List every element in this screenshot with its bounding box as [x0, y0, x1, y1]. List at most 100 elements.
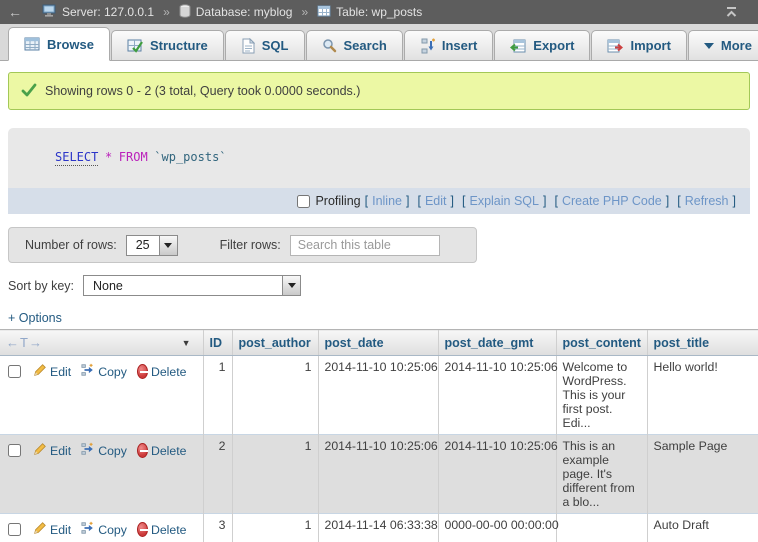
- breadcrumb-database[interactable]: Database: myblog: [179, 4, 293, 21]
- sort-options-icon[interactable]: ▼: [182, 338, 191, 348]
- sort-by-key-label: Sort by key:: [8, 279, 74, 293]
- profiling-checkbox[interactable]: [297, 195, 310, 208]
- cell-post-author: 1: [232, 356, 318, 435]
- tab-search[interactable]: Search: [306, 30, 403, 60]
- sql-icon: [241, 38, 255, 54]
- bracket: ]: [406, 194, 409, 208]
- tab-more[interactable]: More: [688, 30, 758, 60]
- bracket: [: [417, 194, 420, 208]
- tab-structure[interactable]: Structure: [111, 30, 224, 60]
- num-rows-select[interactable]: 25: [126, 235, 178, 256]
- database-icon: [179, 4, 191, 21]
- delete-row-icon[interactable]: [137, 364, 148, 379]
- copy-row-link[interactable]: Copy: [98, 523, 127, 537]
- copy-row-link[interactable]: Copy: [98, 444, 127, 458]
- tab-label: Browse: [47, 37, 94, 52]
- chevron-down-icon: [704, 43, 714, 49]
- cell-id: 1: [203, 356, 232, 435]
- tab-label: More: [721, 38, 752, 53]
- filter-rows-label: Filter rows:: [220, 238, 281, 252]
- insert-icon: [420, 38, 435, 54]
- bracket: ]: [451, 194, 454, 208]
- delete-row-link[interactable]: Delete: [151, 523, 187, 537]
- row-checkbox[interactable]: [8, 365, 21, 378]
- query-toolbar: Profiling [Inline] [Edit] [Explain SQL] …: [8, 188, 750, 214]
- inline-link[interactable]: Inline: [372, 194, 402, 208]
- column-header-post-content[interactable]: post_content: [556, 330, 647, 356]
- options-toggle-link[interactable]: + Options: [8, 311, 78, 325]
- cell-post-content: This is an example page. It's different …: [556, 435, 647, 514]
- copy-row-icon[interactable]: [81, 442, 95, 459]
- explain-sql-link[interactable]: Explain SQL: [469, 194, 538, 208]
- sql-query-box: SELECT*FROM`wp_posts` Profiling [ Inline]…: [8, 128, 750, 214]
- copy-row-link[interactable]: Copy: [98, 365, 127, 379]
- select-arrow-icon: [159, 236, 177, 255]
- edit-row-link[interactable]: Edit: [50, 444, 71, 458]
- cell-post-date: 2014-11-14 06:33:38: [318, 514, 438, 542]
- breadcrumb-table-label: Table: wp_posts: [336, 5, 422, 19]
- create-php-code-link[interactable]: Create PHP Code: [562, 194, 662, 208]
- tab-import[interactable]: Import: [591, 30, 686, 60]
- tab-browse[interactable]: Browse: [8, 27, 110, 61]
- cell-post-date-gmt: 2014-11-10 10:25:06: [438, 435, 556, 514]
- header-row: ←T→ ▼ ID post_author post_date post_date…: [0, 330, 758, 356]
- search-icon: [322, 38, 337, 53]
- bracket: [: [554, 194, 557, 208]
- column-header-post-date[interactable]: post_date: [318, 330, 438, 356]
- delete-row-icon[interactable]: [137, 443, 148, 458]
- breadcrumb: ← Server: 127.0.0.1 » Database: myblog »…: [0, 0, 758, 24]
- cell-post-author: 1: [232, 514, 318, 542]
- bracket: [: [365, 194, 368, 208]
- column-header-id[interactable]: ID: [203, 330, 232, 356]
- edit-query-link[interactable]: Edit: [425, 194, 447, 208]
- cell-post-title: Auto Draft: [647, 514, 758, 542]
- delete-row-link[interactable]: Delete: [151, 365, 187, 379]
- cell-post-author: 1: [232, 435, 318, 514]
- sql-table-name: `wp_posts`: [154, 150, 226, 164]
- tab-insert[interactable]: Insert: [404, 30, 493, 60]
- edit-pencil-icon[interactable]: [33, 521, 47, 538]
- tab-label: Export: [533, 38, 574, 53]
- profiling-label: Profiling: [315, 194, 360, 208]
- collapse-panel-icon[interactable]: [725, 6, 738, 18]
- sort-key-select[interactable]: None: [83, 275, 301, 296]
- breadcrumb-server-label: Server: 127.0.0.1: [62, 5, 154, 19]
- column-reorder-handle[interactable]: ←T→: [6, 335, 43, 350]
- select-arrow-icon: [282, 276, 300, 295]
- table-row: Edit Copy Delete 3 1 2014-11-14 06:33:38…: [0, 514, 758, 542]
- cell-post-content: Welcome to WordPress. This is your first…: [556, 356, 647, 435]
- sql-query-text: SELECT*FROM`wp_posts`: [8, 128, 750, 188]
- tab-export[interactable]: Export: [494, 30, 590, 60]
- breadcrumb-server[interactable]: Server: 127.0.0.1: [42, 4, 154, 21]
- edit-row-link[interactable]: Edit: [50, 523, 71, 537]
- bracket: [: [677, 194, 680, 208]
- copy-row-icon[interactable]: [81, 363, 95, 380]
- copy-row-icon[interactable]: [81, 521, 95, 538]
- tab-label: Structure: [150, 38, 208, 53]
- breadcrumb-table[interactable]: Table: wp_posts: [317, 5, 422, 20]
- tab-sql[interactable]: SQL: [225, 30, 305, 60]
- column-header-post-date-gmt[interactable]: post_date_gmt: [438, 330, 556, 356]
- tab-label: Import: [630, 38, 670, 53]
- back-arrow-icon[interactable]: ←: [8, 4, 22, 20]
- refresh-link[interactable]: Refresh: [685, 194, 729, 208]
- filter-rows-input[interactable]: [290, 235, 440, 256]
- edit-pencil-icon[interactable]: [33, 442, 47, 459]
- column-header-post-author[interactable]: post_author: [232, 330, 318, 356]
- delete-row-icon[interactable]: [137, 522, 148, 537]
- edit-pencil-icon[interactable]: [33, 363, 47, 380]
- num-rows-value: 25: [127, 236, 159, 255]
- bracket: ]: [543, 194, 546, 208]
- delete-row-link[interactable]: Delete: [151, 444, 187, 458]
- row-checkbox[interactable]: [8, 444, 21, 457]
- column-header-post-title[interactable]: post_title: [647, 330, 758, 356]
- bracket: ]: [733, 194, 736, 208]
- cell-post-content: [556, 514, 647, 542]
- rows-filter-bar: Number of rows: 25 Filter rows:: [8, 227, 477, 263]
- num-rows-label: Number of rows:: [25, 238, 117, 252]
- edit-row-link[interactable]: Edit: [50, 365, 71, 379]
- table-icon: [317, 5, 331, 20]
- bracket: ]: [666, 194, 669, 208]
- results-table: ←T→ ▼ ID post_author post_date post_date…: [0, 329, 758, 542]
- row-checkbox[interactable]: [8, 523, 21, 536]
